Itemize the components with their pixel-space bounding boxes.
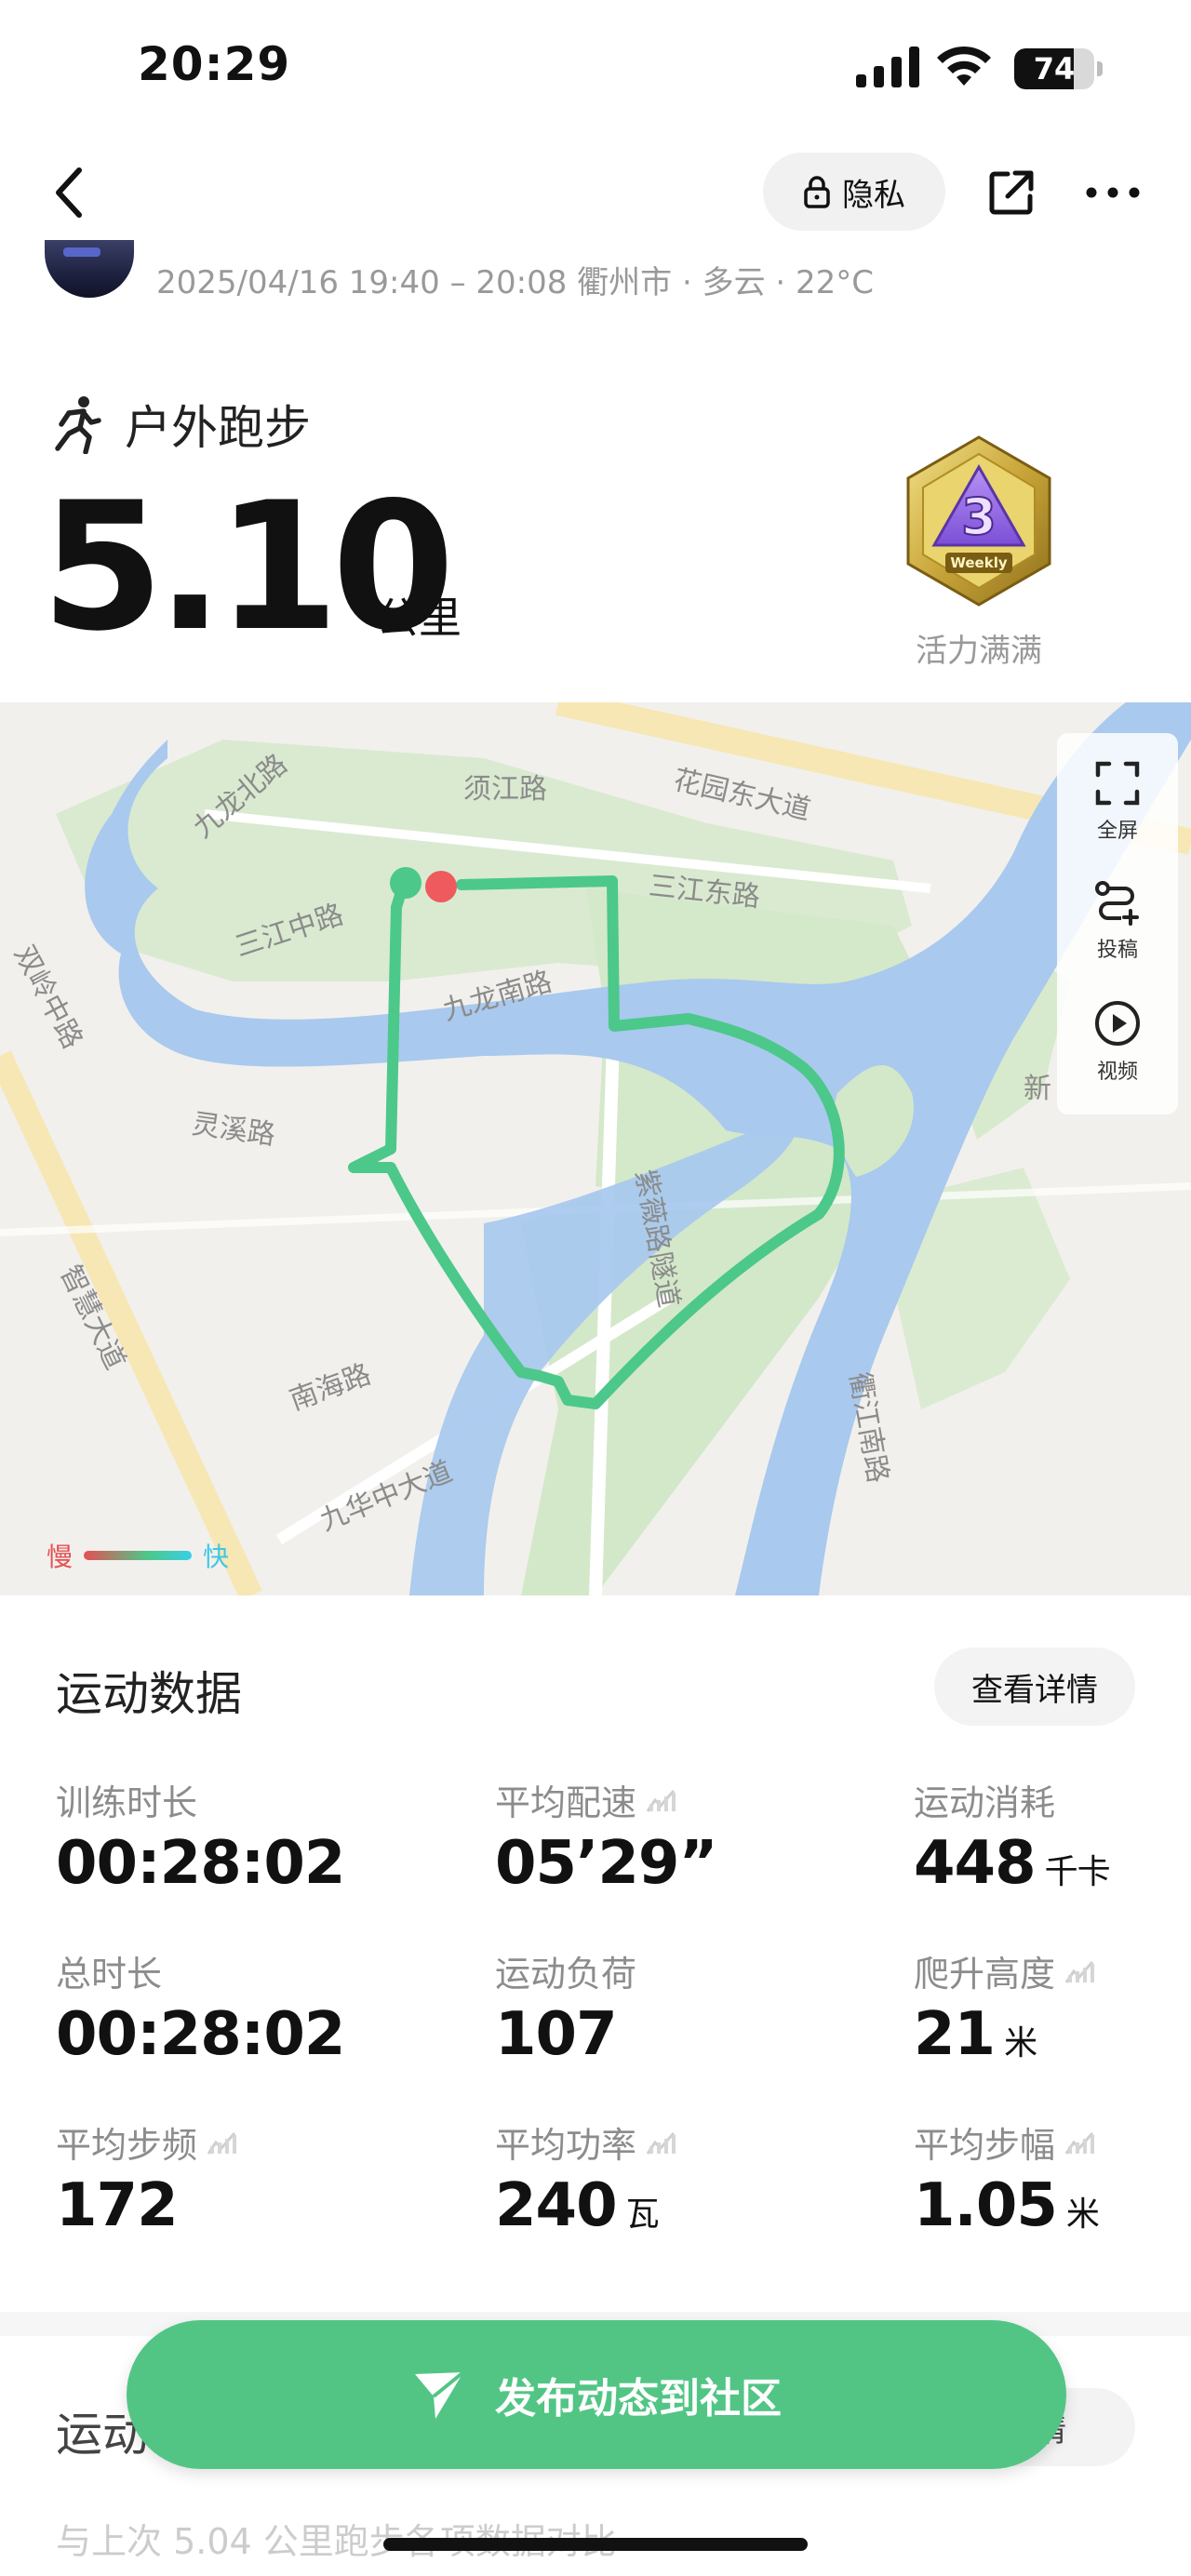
workout-location: 衢州市 (577, 264, 673, 301)
legend-gradient (84, 1551, 193, 1560)
stat-label: 平均步幅 (914, 2116, 1099, 2168)
status-bar: 20:29 74 (0, 0, 1191, 140)
workout-meta: 2025/04/16 19:40 – 20:08 衢州市 · 多云 · 22°C (156, 257, 874, 302)
share-button[interactable] (981, 162, 1042, 223)
chevron-left-icon (56, 167, 82, 218)
map-toolbar: 全屏 投稿 视频 (1057, 733, 1178, 1114)
stat-item[interactable]: 平均步幅 1.05 米 (914, 2116, 1100, 2240)
trend-chart-icon (1064, 1960, 1095, 1983)
fullscreen-button[interactable]: 全屏 (1057, 746, 1178, 858)
submit-route-button[interactable]: 投稿 (1057, 865, 1178, 977)
more-button[interactable] (1079, 162, 1146, 223)
video-label: 视频 (1096, 1061, 1138, 1084)
stat-value: 00:28:02 (56, 2000, 345, 2069)
stat-value: 172 (56, 2171, 179, 2240)
avatar[interactable] (45, 240, 134, 298)
pace-legend: 慢 快 (47, 1537, 229, 1574)
workout-weather: 多云 (702, 264, 766, 301)
stat-label: 运动消耗 (914, 1782, 1056, 1823)
stat-value: 05’29” (495, 1829, 717, 1898)
publish-label: 发布动态到社区 (495, 2375, 782, 2423)
stat-item: 运动负荷 107 (495, 1945, 636, 2069)
stat-value: 21 米 (914, 2000, 1037, 2069)
stat-unit: 千卡 (1044, 1853, 1111, 1891)
stat-label: 总时长 (56, 1954, 163, 1995)
stat-value: 1.05 米 (914, 2171, 1100, 2240)
legend-fast: 快 (203, 1542, 230, 1572)
svg-text:3: 3 (961, 487, 997, 546)
stat-item: 训练时长 00:28:02 (56, 1774, 345, 1898)
top-nav: 隐私 (0, 140, 1191, 247)
stat-label: 平均步频 (56, 2116, 238, 2168)
wifi-icon (937, 46, 991, 86)
home-indicator[interactable] (383, 2538, 808, 2551)
privacy-button[interactable]: 隐私 (763, 153, 945, 231)
fullscreen-label: 全屏 (1096, 820, 1138, 843)
battery-percent: 74 (1033, 51, 1076, 87)
lock-icon (804, 176, 830, 208)
stat-item: 总时长 00:28:02 (56, 1945, 345, 2069)
activity-type: 户外跑步 (125, 401, 311, 455)
stat-label: 平均配速 (495, 1774, 717, 1825)
meta-separator: · (775, 264, 786, 301)
trend-chart-icon (1064, 2131, 1095, 2155)
stat-value: 107 (495, 2000, 618, 2069)
back-button[interactable] (37, 160, 102, 225)
submit-label: 投稿 (1096, 939, 1138, 962)
fullscreen-icon (1095, 761, 1140, 806)
badge-label: 活力满满 (916, 633, 1042, 670)
stat-item: 运动消耗 448 千卡 (914, 1774, 1111, 1898)
stat-label: 平均功率 (495, 2116, 677, 2168)
workout-datetime: 2025/04/16 19:40 – 20:08 (156, 264, 568, 301)
route-plus-icon (1095, 881, 1139, 926)
play-circle-icon (1095, 1001, 1140, 1046)
stat-unit: 瓦 (625, 2196, 660, 2234)
video-button[interactable]: 视频 (1057, 986, 1178, 1098)
running-icon (55, 396, 101, 454)
stat-item[interactable]: 平均配速 05’29” (495, 1774, 717, 1898)
privacy-label: 隐私 (842, 176, 905, 214)
badge-text: Weekly (950, 554, 1007, 571)
meta-separator: · (681, 264, 692, 301)
map-label: 新 (1024, 1073, 1051, 1105)
trend-chart-icon (207, 2131, 237, 2155)
publish-to-community-button[interactable]: 发布动态到社区 (127, 2320, 1066, 2469)
legend-slow: 慢 (47, 1542, 74, 1572)
stat-unit: 米 (1065, 2196, 1100, 2234)
stat-item[interactable]: 爬升高度 21 米 (914, 1945, 1096, 2069)
share-icon (989, 170, 1034, 215)
workout-data-section: 运动数据 查看详情 训练时长 00:28:02 平均配速 05’29” 运动消耗 448 千… (0, 1595, 1191, 2312)
weekly-badge-icon[interactable]: 3 Weekly (899, 434, 1059, 614)
workout-temperature: 22°C (796, 264, 875, 301)
map-canvas (0, 702, 1191, 1595)
trend-chart-icon (646, 2131, 676, 2155)
stat-label: 爬升高度 (914, 1945, 1096, 1996)
route-map[interactable]: 须江路 花园东大道 九龙北路 三江中路 三江东路 九龙南路 双岭中路 灵溪路 紫… (0, 702, 1191, 1595)
battery-indicator: 74 (1014, 48, 1104, 89)
map-label: 须江路 (463, 773, 547, 806)
stat-unit: 米 (1004, 2024, 1037, 2062)
status-time: 20:29 (138, 37, 291, 91)
distance-unit: 公里 (376, 593, 462, 643)
stat-item[interactable]: 平均步频 172 (56, 2116, 238, 2240)
trend-chart-icon (646, 1789, 676, 1812)
more-horizontal-icon (1086, 187, 1140, 198)
stat-item[interactable]: 平均功率 240 瓦 (495, 2116, 677, 2240)
section-title: 运动数据 (56, 1667, 242, 1721)
stat-label: 训练时长 (56, 1782, 198, 1823)
stat-value: 240 瓦 (495, 2171, 660, 2240)
send-icon (415, 2370, 465, 2419)
signal-icon (856, 47, 919, 87)
view-details-button[interactable]: 查看详情 (934, 1648, 1135, 1726)
stat-value: 448 千卡 (914, 1829, 1111, 1898)
activity-header: 户外跑步 (48, 391, 311, 458)
stat-value: 00:28:02 (56, 1829, 345, 1898)
stat-label: 运动负荷 (495, 1954, 637, 1995)
